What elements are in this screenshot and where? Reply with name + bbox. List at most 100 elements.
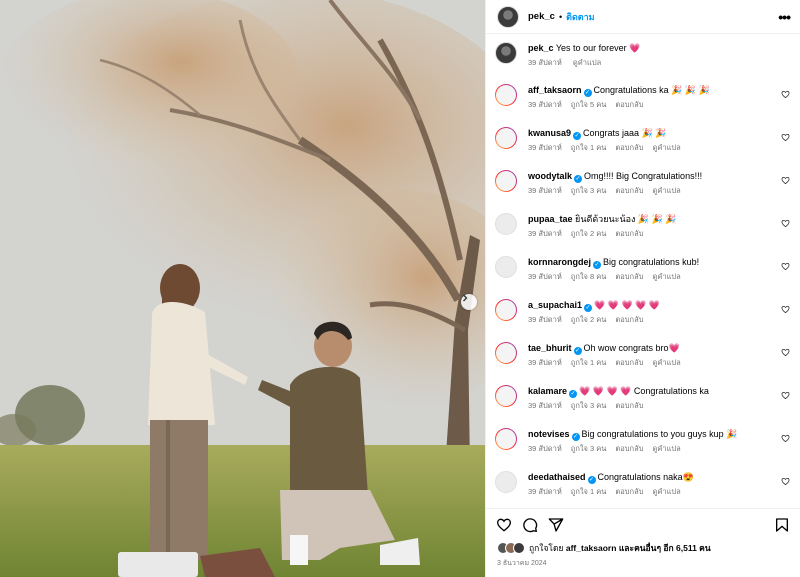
verified-badge-icon: ✓ bbox=[573, 132, 582, 140]
caption-username[interactable]: pek_c bbox=[528, 43, 554, 53]
comment-list[interactable]: pek_c Yes to our forever 💗 39 สัปดาห์ ดู… bbox=[486, 38, 800, 510]
commenter-avatar[interactable] bbox=[495, 385, 517, 407]
like-comment-heart-icon[interactable] bbox=[781, 219, 790, 228]
commenter-username[interactable]: kalamare bbox=[528, 386, 567, 396]
follow-button[interactable]: ติดตาม bbox=[566, 10, 595, 24]
comment-time[interactable]: 39 สัปดาห์ bbox=[528, 444, 562, 453]
commenter-username[interactable]: aff_taksaorn bbox=[528, 85, 582, 95]
commenter-avatar[interactable] bbox=[495, 256, 517, 278]
like-comment-heart-icon[interactable] bbox=[781, 262, 790, 271]
like-comment-heart-icon[interactable] bbox=[781, 133, 790, 142]
reply-button[interactable]: ตอบกลับ bbox=[615, 358, 643, 367]
comment-time[interactable]: 39 สัปดาห์ bbox=[528, 143, 562, 152]
commenter-avatar[interactable] bbox=[495, 170, 517, 192]
comment-time[interactable]: 39 สัปดาห์ bbox=[528, 272, 562, 281]
comment-body: woodytalk ✓ Omg!!!! Big Congratulations!!!… bbox=[528, 166, 790, 197]
bookmark-icon[interactable] bbox=[774, 517, 790, 533]
translate-link[interactable]: ดูคำแปล bbox=[652, 444, 680, 453]
comment-text: Congratulations naka😍 bbox=[597, 472, 694, 482]
comment-icon[interactable] bbox=[522, 517, 538, 533]
comment-time[interactable]: 39 สัปดาห์ bbox=[528, 100, 562, 109]
commenter-username[interactable]: notevises bbox=[528, 429, 570, 439]
like-comment-heart-icon[interactable] bbox=[781, 391, 790, 400]
commenter-avatar[interactable] bbox=[495, 299, 517, 321]
comment-likes[interactable]: ถูกใจ 2 คน bbox=[571, 229, 607, 238]
author-avatar[interactable] bbox=[495, 42, 517, 64]
reply-button[interactable]: ตอบกลับ bbox=[615, 315, 643, 324]
chevron-right-icon bbox=[463, 294, 468, 302]
like-comment-heart-icon[interactable] bbox=[781, 434, 790, 443]
comment-likes[interactable]: ถูกใจ 8 คน bbox=[571, 272, 607, 281]
comment-time[interactable]: 39 สัปดาห์ bbox=[528, 358, 562, 367]
verified-badge-icon: ✓ bbox=[571, 433, 580, 441]
caption: pek_c Yes to our forever 💗 39 สัปดาห์ ดู… bbox=[486, 38, 800, 80]
comment-time[interactable]: 39 สัปดาห์ bbox=[528, 315, 562, 324]
like-comment-heart-icon[interactable] bbox=[781, 90, 790, 99]
translate-link[interactable]: ดูคำแปล bbox=[652, 186, 680, 195]
author-avatar[interactable] bbox=[497, 5, 519, 28]
comment-time[interactable]: 39 สัปดาห์ bbox=[528, 229, 562, 238]
comment-time[interactable]: 39 สัปดาห์ bbox=[528, 186, 562, 195]
comment-likes[interactable]: ถูกใจ 1 คน bbox=[571, 358, 607, 367]
like-comment-heart-icon[interactable] bbox=[781, 176, 790, 185]
reply-button[interactable]: ตอบกลับ bbox=[615, 401, 643, 410]
like-comment-heart-icon[interactable] bbox=[781, 477, 790, 486]
translate-link[interactable]: ดูคำแปล bbox=[652, 272, 680, 281]
comment-item: kalamare ✓ 💗 💗 💗 💗 Congratulations ka 39 สั… bbox=[486, 381, 800, 424]
commenter-username[interactable]: deedathaised bbox=[528, 472, 586, 482]
comment-text: Big congratulations kub! bbox=[603, 257, 700, 267]
like-comment-heart-icon[interactable] bbox=[781, 348, 790, 357]
author-username[interactable]: pek_c bbox=[528, 11, 555, 22]
reply-button[interactable]: ตอบกลับ bbox=[615, 143, 643, 152]
comments-panel: pek_c • ติดตาม ••• pek_c Yes to our fore… bbox=[485, 0, 800, 577]
post-photo[interactable] bbox=[0, 0, 485, 577]
commenter-avatar[interactable] bbox=[495, 428, 517, 450]
liked-others[interactable]: และคนอื่นๆ อีก 6,511 คน bbox=[619, 541, 711, 555]
like-comment-heart-icon[interactable] bbox=[781, 305, 790, 314]
comment-likes[interactable]: ถูกใจ 3 คน bbox=[571, 186, 607, 195]
comment-time[interactable]: 39 สัปดาห์ bbox=[528, 401, 562, 410]
commenter-avatar[interactable] bbox=[495, 471, 517, 493]
commenter-avatar[interactable] bbox=[495, 342, 517, 364]
commenter-username[interactable]: tae_bhurit bbox=[528, 343, 572, 353]
more-options-icon[interactable]: ••• bbox=[778, 9, 791, 25]
reply-button[interactable]: ตอบกลับ bbox=[615, 186, 643, 195]
comment-likes[interactable]: ถูกใจ 3 คน bbox=[571, 444, 607, 453]
comment-likes[interactable]: ถูกใจ 2 คน bbox=[571, 315, 607, 324]
reply-button[interactable]: ตอบกลับ bbox=[615, 272, 643, 281]
reply-button[interactable]: ตอบกลับ bbox=[615, 487, 643, 496]
share-icon[interactable] bbox=[548, 517, 564, 533]
comment-likes[interactable]: ถูกใจ 5 คน bbox=[571, 100, 607, 109]
comment-time[interactable]: 39 สัปดาห์ bbox=[528, 487, 562, 496]
commenter-avatar[interactable] bbox=[495, 84, 517, 106]
comment-item: aff_taksaorn ✓ Congratulations ka 🎉 🎉 🎉 39 … bbox=[486, 80, 800, 123]
translate-link[interactable]: ดูคำแปล bbox=[652, 358, 680, 367]
reply-button[interactable]: ตอบกลับ bbox=[615, 100, 643, 109]
commenter-username[interactable]: a_supachai1 bbox=[528, 300, 582, 310]
likes-summary[interactable]: ถูกใจโดย aff_taksaorn และคนอื่นๆ อีก 6,5… bbox=[486, 541, 800, 555]
heart-icon[interactable] bbox=[496, 517, 512, 533]
reply-button[interactable]: ตอบกลับ bbox=[615, 444, 643, 453]
comment-body: tae_bhurit ✓ Oh wow congrats bro💗 39 สัปดาห… bbox=[528, 338, 790, 369]
comment-likes[interactable]: ถูกใจ 1 คน bbox=[571, 487, 607, 496]
translate-link[interactable]: ดูคำแปล bbox=[573, 58, 601, 67]
next-photo-button[interactable] bbox=[461, 294, 477, 310]
liked-username[interactable]: aff_taksaorn bbox=[566, 543, 617, 553]
comment-likes[interactable]: ถูกใจ 1 คน bbox=[571, 143, 607, 152]
comment-text: Oh wow congrats bro💗 bbox=[583, 343, 680, 353]
commenter-avatar[interactable] bbox=[495, 127, 517, 149]
comment-body: notevises ✓ Big congratulations to you guy… bbox=[528, 424, 790, 455]
post-date[interactable]: 3 ธันวาคม 2024 bbox=[486, 555, 800, 569]
commenter-username[interactable]: kwanusa9 bbox=[528, 128, 571, 138]
translate-link[interactable]: ดูคำแปล bbox=[652, 487, 680, 496]
commenter-username[interactable]: kornnarongdej bbox=[528, 257, 591, 267]
comment-likes[interactable]: ถูกใจ 3 คน bbox=[571, 401, 607, 410]
caption-time[interactable]: 39 สัปดาห์ bbox=[528, 58, 562, 67]
translate-link[interactable]: ดูคำแปล bbox=[652, 143, 680, 152]
comment-body: pupaa_tae ยินดีด้วยนะน้อง 🎉 🎉 🎉 39 สัปดาห… bbox=[528, 209, 790, 240]
commenter-avatar[interactable] bbox=[495, 213, 517, 235]
reply-button[interactable]: ตอบกลับ bbox=[615, 229, 643, 238]
comment-body: a_supachai1 ✓ 💗 💗 💗 💗 💗 39 สัปดาห์ ถูกใจ 2 ค… bbox=[528, 295, 790, 326]
commenter-username[interactable]: pupaa_tae bbox=[528, 214, 573, 224]
commenter-username[interactable]: woodytalk bbox=[528, 171, 572, 181]
